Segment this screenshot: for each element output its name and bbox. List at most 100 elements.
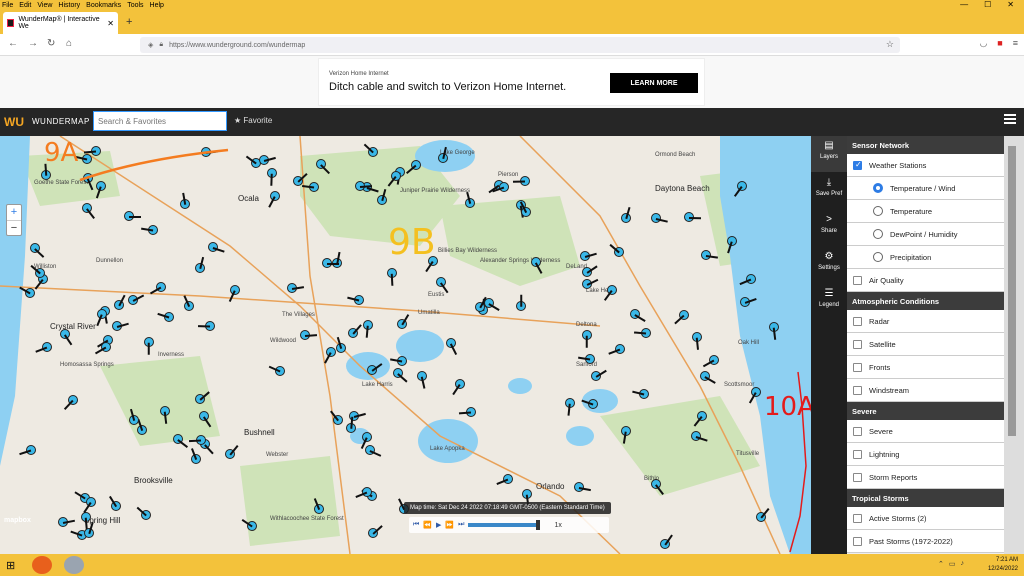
temp-wind-radio[interactable] [873, 183, 883, 193]
save-pref-button[interactable]: ⤓ Save Pref [811, 173, 847, 209]
dewpoint-option[interactable]: DewPoint / Humidity [847, 223, 1004, 246]
weather-station-marker[interactable] [313, 498, 324, 514]
weather-station-marker[interactable] [581, 279, 598, 290]
windows-start-icon[interactable]: ⊞ [6, 559, 15, 572]
weather-station-marker[interactable] [620, 425, 631, 444]
favorite-button[interactable]: ★ Favorite [234, 116, 272, 125]
weather-station-marker[interactable] [364, 445, 381, 457]
severe-checkbox[interactable] [853, 426, 862, 436]
panel-scroll-thumb[interactable] [1008, 146, 1016, 436]
reload-icon[interactable]: ↻ [47, 38, 55, 49]
weather-station-marker[interactable] [582, 329, 593, 348]
past-storms-toggle[interactable]: Past Storms (1972-2022) [847, 530, 1004, 553]
weather-station-marker[interactable] [182, 295, 194, 312]
layers-button[interactable]: ▤ Layers [811, 136, 847, 172]
active-storms-toggle[interactable]: Active Storms (2) [847, 507, 1004, 530]
firefox-icon[interactable] [32, 556, 52, 574]
weather-station-marker[interactable] [590, 369, 607, 382]
time-slider[interactable] [468, 520, 541, 530]
network-icon[interactable]: ▭ [949, 560, 956, 568]
url-bar[interactable]: ◈ 🔒︎ https://www.wunderground.com/wunder… [140, 37, 900, 53]
weather-station-marker[interactable] [386, 268, 397, 286]
weather-station-marker[interactable] [190, 448, 201, 465]
weather-station-marker[interactable] [194, 391, 210, 405]
volume-icon[interactable]: ♪ [961, 560, 965, 568]
air-quality-toggle[interactable]: Air Quality [847, 269, 1004, 292]
storm-reports-toggle[interactable]: Storm Reports [847, 466, 1004, 489]
tab-wundermap[interactable]: WunderMap® | Interactive We ✕ [3, 12, 118, 34]
weather-station-marker[interactable] [347, 324, 362, 338]
severe-toggle[interactable]: Severe [847, 420, 1004, 443]
radar-checkbox[interactable] [853, 316, 862, 326]
weather-station-marker[interactable] [609, 244, 624, 257]
weather-station-marker[interactable] [416, 370, 427, 389]
weather-station-marker[interactable] [301, 181, 319, 192]
pocket-icon[interactable]: ◡ [979, 38, 987, 49]
weather-station-marker[interactable] [82, 202, 96, 219]
lightning-toggle[interactable]: Lightning [847, 443, 1004, 466]
time-slider-knob[interactable] [536, 520, 541, 530]
weather-station-marker[interactable] [582, 265, 598, 277]
new-tab-button[interactable]: + [126, 16, 132, 28]
weather-station-marker[interactable] [406, 159, 421, 174]
weather-stations-checkbox[interactable] [853, 160, 862, 170]
weather-stations-toggle[interactable]: Weather Stations [847, 154, 1004, 177]
weather-station-marker[interactable] [629, 308, 646, 322]
weather-station-marker[interactable] [259, 154, 277, 165]
menu-bookmarks[interactable]: Bookmarks [86, 2, 121, 9]
settings-button[interactable]: ⚙ Settings [811, 247, 847, 283]
skip-back-icon[interactable]: ⏮ [413, 521, 419, 529]
weather-station-marker[interactable] [651, 479, 665, 495]
step-back-icon[interactable]: ⏪ [423, 521, 432, 529]
weather-station-marker[interactable] [324, 347, 336, 365]
weather-station-marker[interactable] [83, 496, 96, 513]
app-menu-icon[interactable]: ≡ [1013, 38, 1018, 49]
minimize-button[interactable]: — [960, 0, 968, 9]
weather-station-marker[interactable] [30, 265, 45, 279]
menu-file[interactable]: File [2, 2, 13, 9]
weather-station-marker[interactable] [58, 516, 75, 527]
step-forward-icon[interactable]: ⏩ [445, 521, 454, 529]
weather-station-marker[interactable] [496, 473, 513, 485]
weather-station-marker[interactable] [435, 276, 449, 293]
menu-edit[interactable]: Edit [19, 2, 31, 9]
weather-station-marker[interactable] [347, 294, 365, 305]
weather-station-marker[interactable] [362, 319, 373, 338]
weather-station-marker[interactable] [734, 181, 747, 198]
temperature-radio[interactable] [873, 206, 883, 216]
weather-station-marker[interactable] [483, 297, 500, 311]
weather-station-marker[interactable] [159, 405, 170, 424]
weather-station-marker[interactable] [123, 211, 141, 221]
learn-more-button[interactable]: LEARN MORE [610, 73, 698, 93]
weather-station-marker[interactable] [376, 189, 387, 206]
menu-tools[interactable]: Tools [127, 2, 143, 9]
mapbox-attribution[interactable]: mapbox [4, 517, 31, 524]
weather-station-marker[interactable] [702, 354, 719, 367]
fronts-checkbox[interactable] [853, 362, 862, 372]
weather-station-marker[interactable] [268, 190, 281, 208]
weather-station-marker[interactable] [198, 411, 211, 428]
dewpoint-radio[interactable] [873, 229, 883, 239]
temperature-option[interactable]: Temperature [847, 200, 1004, 223]
weather-station-marker[interactable] [755, 508, 770, 523]
tab-close-icon[interactable]: ✕ [107, 19, 114, 28]
back-icon[interactable]: ← [8, 38, 18, 49]
weather-station-marker[interactable] [30, 242, 45, 258]
active-storms-checkbox[interactable] [853, 513, 862, 523]
wu-logo[interactable]: WU [4, 115, 24, 129]
weather-station-marker[interactable] [674, 309, 690, 324]
weather-station-marker[interactable] [268, 365, 286, 376]
weather-station-marker[interactable] [345, 416, 356, 433]
weather-station-marker[interactable] [366, 362, 382, 375]
weather-station-marker[interactable] [632, 388, 649, 399]
share-button[interactable]: > Share [811, 210, 847, 246]
verizon-ad[interactable]: Verizon Home Internet Ditch cable and sw… [318, 58, 705, 106]
weather-station-marker[interactable] [82, 173, 94, 191]
radar-toggle[interactable]: Radar [847, 310, 1004, 333]
menu-history[interactable]: History [58, 2, 80, 9]
forward-icon[interactable]: → [28, 38, 38, 49]
weather-station-marker[interactable] [83, 146, 101, 157]
playback-speed[interactable]: 1x [554, 522, 561, 529]
weather-station-marker[interactable] [573, 482, 591, 493]
weather-station-marker[interactable] [149, 281, 166, 295]
